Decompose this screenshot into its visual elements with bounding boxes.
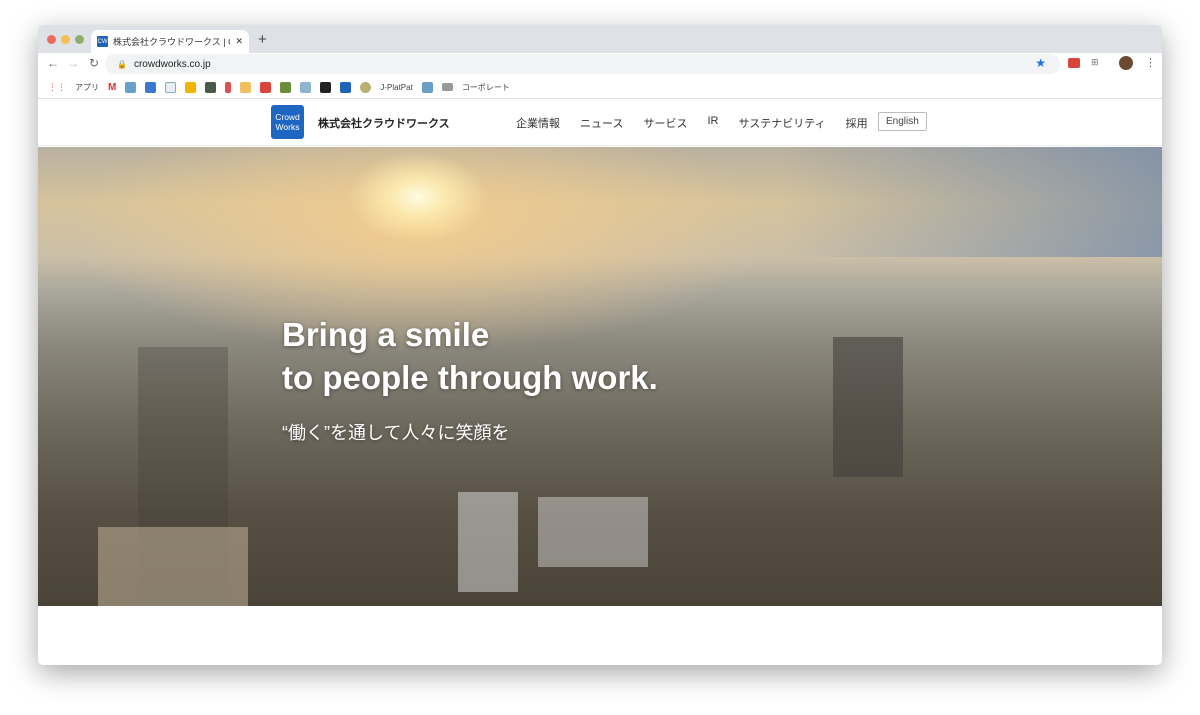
- extension-icon[interactable]: [1068, 58, 1080, 68]
- building: [833, 337, 903, 477]
- logo-text: Works: [275, 122, 300, 132]
- bookmark-icon[interactable]: [205, 81, 217, 93]
- favicon-icon: CW: [97, 36, 108, 47]
- sky-area: [782, 147, 1162, 257]
- headline-line: Bring a smile: [282, 316, 490, 353]
- crowdworks-icon[interactable]: [340, 81, 352, 93]
- address-bar[interactable]: 🔒 crowdworks.co.jp ★: [105, 54, 1060, 74]
- folder-icon: [441, 83, 453, 91]
- hero-subheadline: “働く”を通して人々に笑顔を: [282, 423, 510, 443]
- jplatpat-icon: [360, 81, 372, 93]
- bookmark-icon[interactable]: [320, 81, 332, 93]
- bookmark-icon[interactable]: [145, 81, 157, 93]
- nav-recruit[interactable]: 採用: [846, 115, 868, 131]
- bookmark-jplatpat[interactable]: J-PlatPat: [380, 83, 412, 92]
- tab-title: 株式会社クラウドワークス | Crowdworks: [113, 37, 230, 47]
- site-header: Crowd Works 株式会社クラウドワークス 企業情報 ニュース サービス …: [38, 99, 1162, 146]
- drive-icon[interactable]: [185, 81, 197, 93]
- building: [98, 527, 248, 606]
- bookmark-star-icon[interactable]: ★: [1035, 56, 1046, 70]
- bookmark-icon[interactable]: [260, 81, 272, 93]
- menu-icon[interactable]: ⋮: [1145, 56, 1156, 69]
- nav-ir[interactable]: IR: [707, 115, 718, 131]
- new-tab-button[interactable]: +: [258, 31, 267, 48]
- tab-bar: CW 株式会社クラウドワークス | Crowdworks ✕ +: [38, 25, 1162, 53]
- crowdworks-logo[interactable]: Crowd Works: [271, 105, 304, 139]
- back-icon[interactable]: ←: [47, 56, 59, 70]
- bookmark-folder-corporate[interactable]: コーポレート: [462, 82, 510, 93]
- building: [538, 497, 648, 567]
- close-window-button[interactable]: [47, 35, 56, 44]
- bookmark-icon[interactable]: [125, 81, 137, 93]
- bookmarks-bar: ⋮⋮ アプリ M J-PlatPat コーポレート: [38, 76, 1162, 99]
- nav-company[interactable]: 企業情報: [516, 115, 560, 131]
- hero-headline: Bring a smile to people through work.: [282, 313, 658, 399]
- bookmark-icon[interactable]: [280, 81, 292, 93]
- bookmark-icon[interactable]: [165, 81, 177, 93]
- url-text: crowdworks.co.jp: [133, 58, 211, 70]
- headline-line: to people through work.: [282, 359, 658, 396]
- maximize-window-button[interactable]: [75, 35, 84, 44]
- reload-icon[interactable]: ↻: [89, 56, 99, 70]
- figma-icon[interactable]: [225, 81, 232, 93]
- gmail-icon[interactable]: M: [108, 82, 116, 93]
- extensions-grid-icon[interactable]: ⊞: [1091, 57, 1099, 68]
- close-tab-icon[interactable]: ✕: [235, 36, 243, 47]
- nav-sustainability[interactable]: サステナビリティ: [738, 115, 825, 131]
- profile-avatar[interactable]: [1119, 56, 1133, 70]
- apps-icon[interactable]: ⋮⋮: [48, 82, 66, 93]
- nav-news[interactable]: ニュース: [580, 115, 623, 131]
- hero-image: Bring a smile to people through work. “働…: [38, 147, 1162, 606]
- forward-icon[interactable]: →: [67, 56, 79, 70]
- toolbar: ← → ↻ 🔒 crowdworks.co.jp ★ ⊞ ⋮: [38, 53, 1162, 76]
- logo-text: Crowd: [275, 112, 300, 122]
- browser-tab[interactable]: CW 株式会社クラウドワークス | Crowdworks ✕: [91, 30, 249, 53]
- bookmark-apps[interactable]: アプリ: [75, 82, 99, 93]
- main-nav: 企業情報 ニュース サービス IR サステナビリティ 採用: [516, 115, 868, 131]
- browser-window: CW 株式会社クラウドワークス | Crowdworks ✕ + ← → ↻ 🔒…: [38, 25, 1162, 665]
- nav-services[interactable]: サービス: [643, 115, 687, 131]
- minimize-window-button[interactable]: [61, 35, 70, 44]
- building: [458, 492, 518, 592]
- bookmark-icon[interactable]: [421, 81, 433, 93]
- bookmark-icon[interactable]: [240, 81, 252, 93]
- english-button[interactable]: English: [878, 112, 927, 131]
- bookmark-icon[interactable]: [300, 81, 312, 93]
- company-name[interactable]: 株式会社クラウドワークス: [318, 115, 450, 131]
- lock-icon: 🔒: [117, 59, 127, 69]
